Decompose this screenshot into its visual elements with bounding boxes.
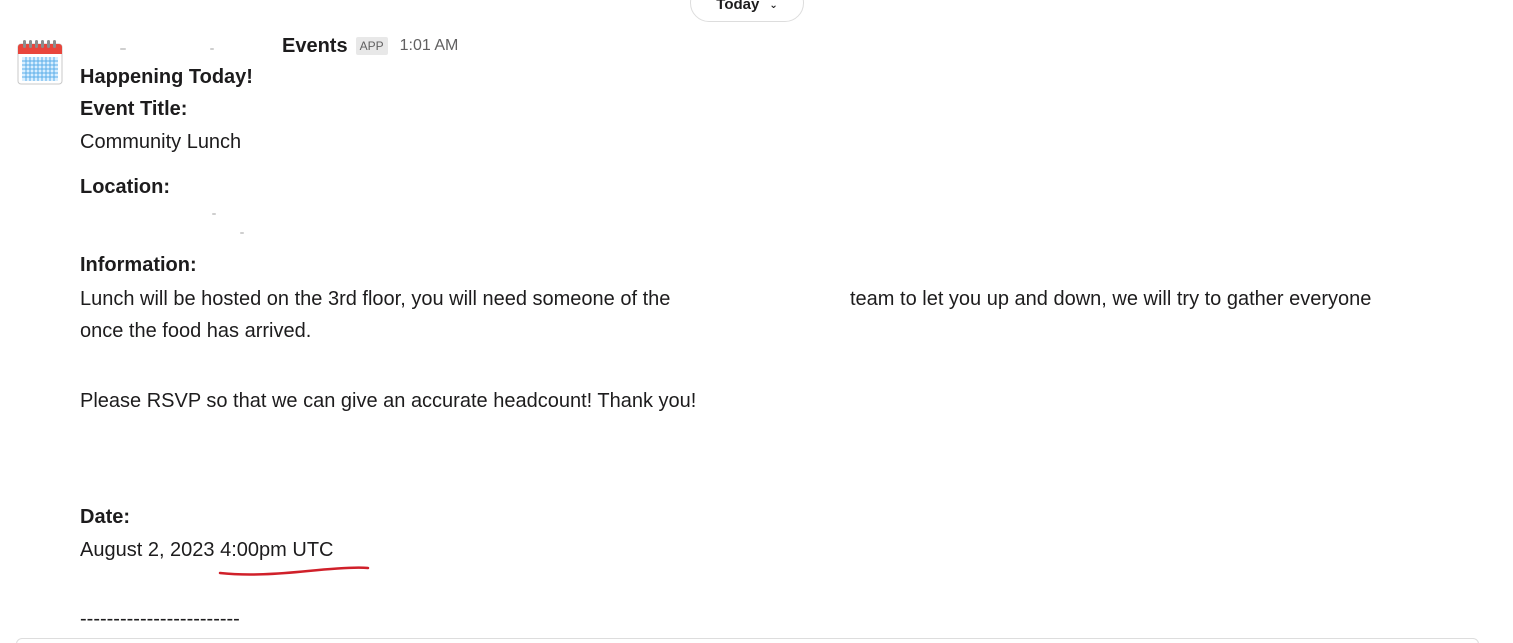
information-label: Information: <box>80 254 197 276</box>
app-badge: APP <box>355 37 388 55</box>
redacted-mark <box>210 48 214 50</box>
redacted-mark <box>240 232 244 234</box>
event-title-label: Event Title: <box>80 98 188 120</box>
message-heading: Happening Today! <box>80 66 253 88</box>
redacted-mark <box>120 48 126 50</box>
message-composer-edge <box>16 638 1479 643</box>
event-title-value: Community Lunch <box>80 131 242 153</box>
information-line-2: once the food has arrived. <box>80 320 312 342</box>
location-label: Location: <box>80 176 170 198</box>
redacted-mark <box>212 213 216 215</box>
message-timestamp[interactable]: 1:01 AM <box>400 37 459 55</box>
information-line-1b: team to let you up and down, we will try… <box>850 288 1372 310</box>
date-label: Date: <box>80 506 131 528</box>
separator-line: ------------------------ <box>80 608 240 630</box>
sender-name[interactable]: Events <box>282 35 348 58</box>
rsvp-text: Please RSVP so that we can give an accur… <box>80 390 697 412</box>
information-line-1a: Lunch will be hosted on the 3rd floor, y… <box>80 288 671 310</box>
message-pane: Today ⌄ Events APP 1:01 AM Happening Tod… <box>0 0 1513 643</box>
date-divider-label: Today <box>716 0 760 13</box>
calendar-icon[interactable] <box>16 38 64 86</box>
message-header: Events APP 1:01 AM <box>282 32 458 60</box>
date-divider-button[interactable]: Today ⌄ <box>690 0 804 22</box>
date-value: August 2, 2023 4:00pm UTC <box>80 539 334 561</box>
chevron-down-icon: ⌄ <box>769 0 778 11</box>
annotation-underline <box>218 566 370 576</box>
